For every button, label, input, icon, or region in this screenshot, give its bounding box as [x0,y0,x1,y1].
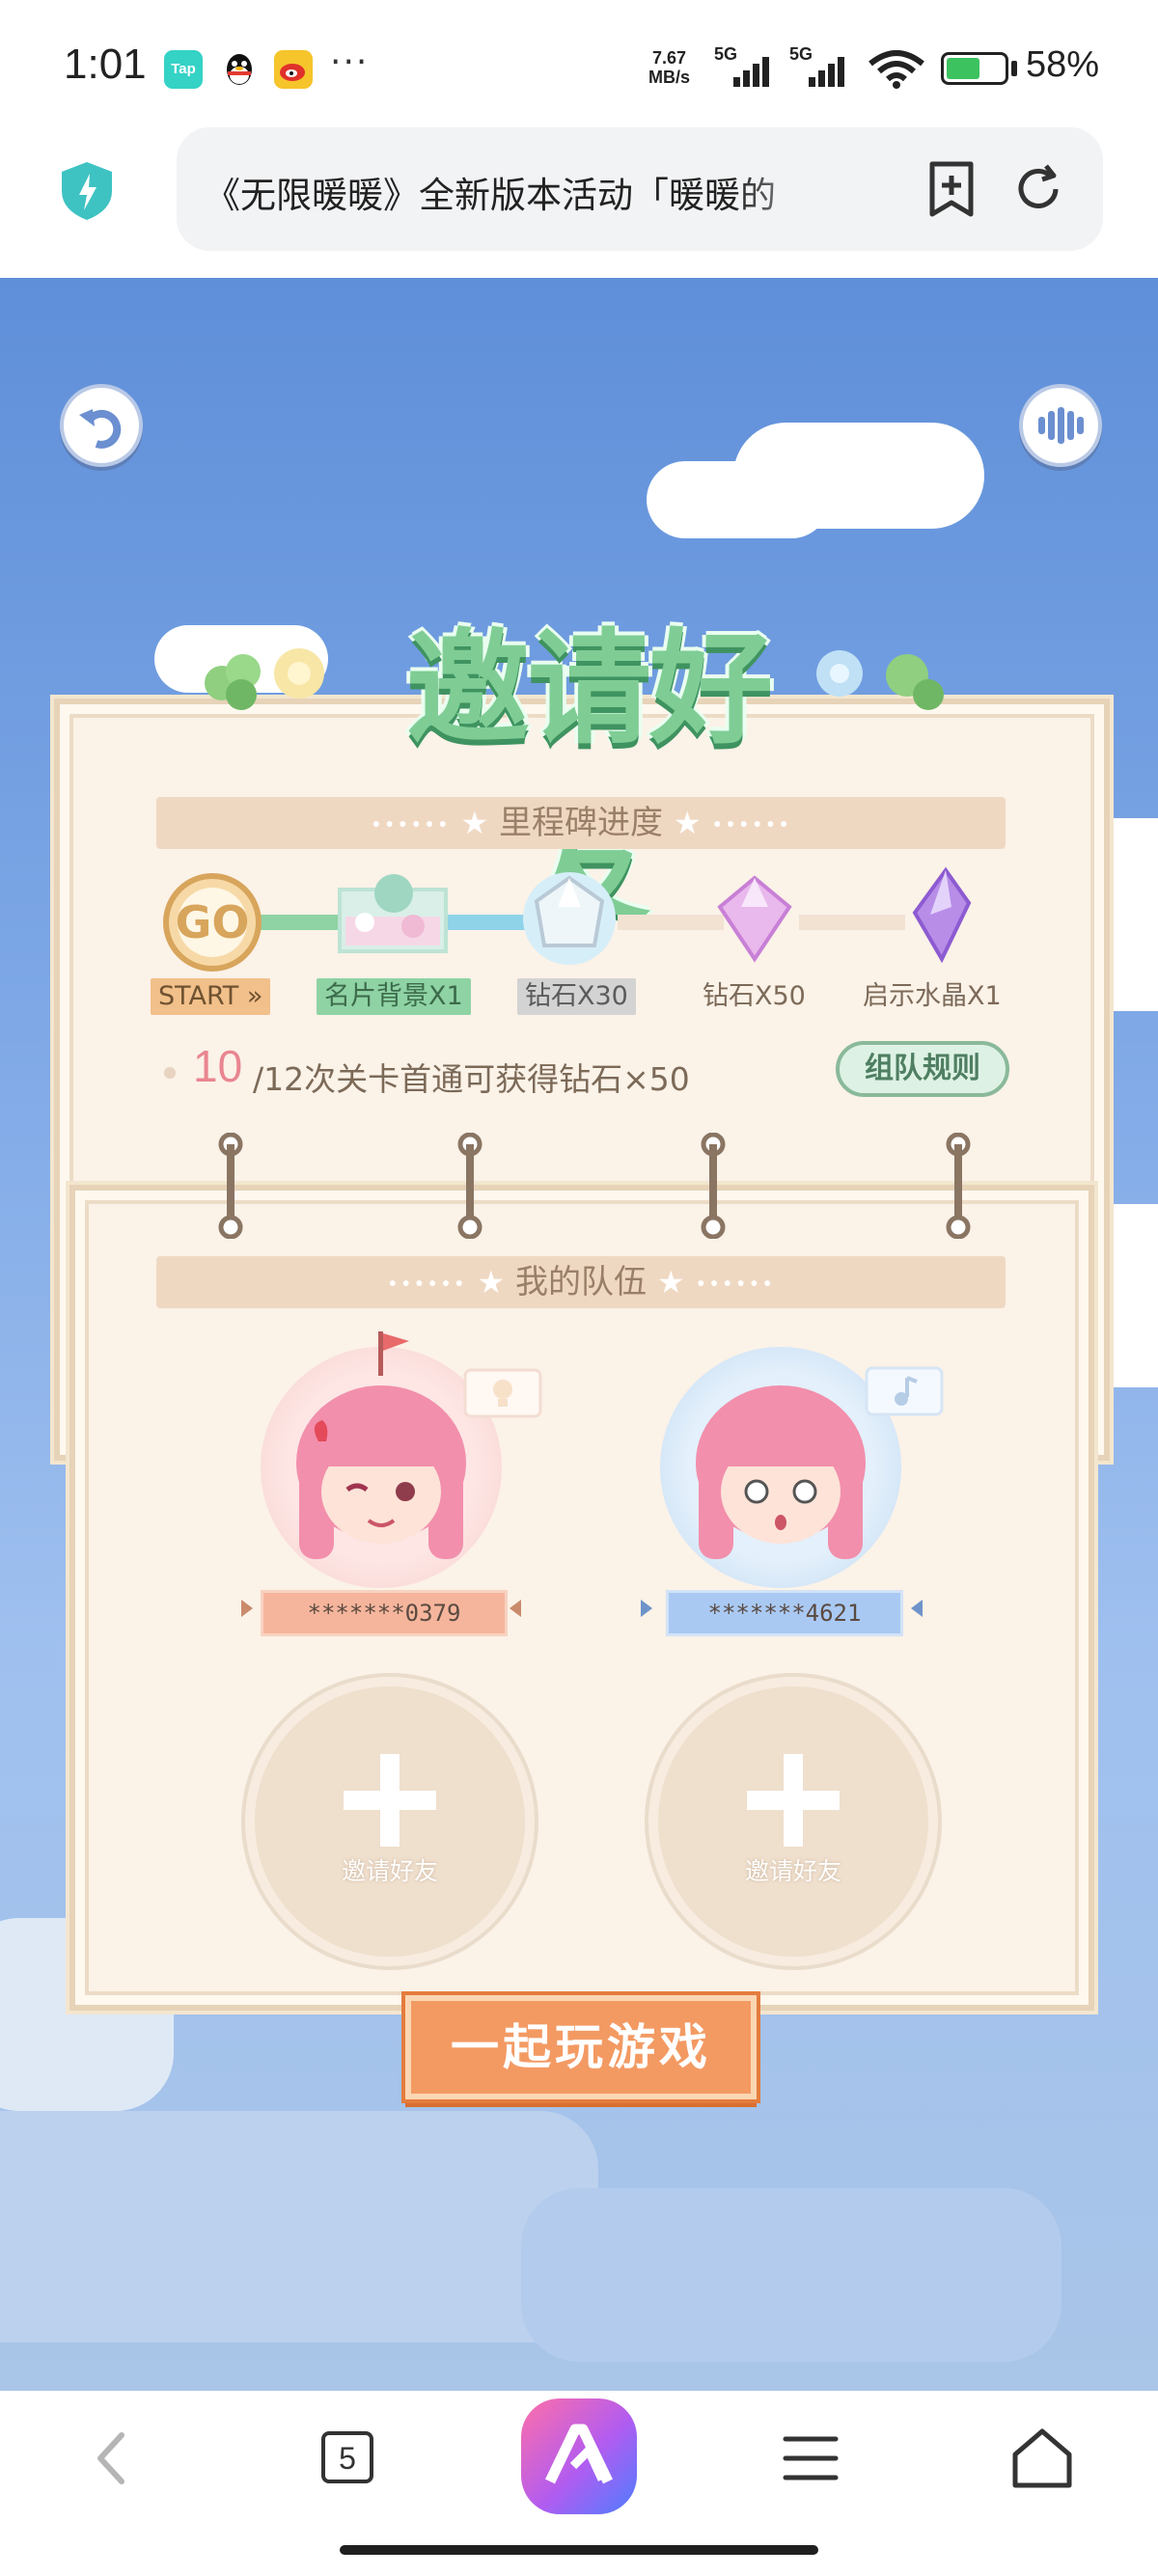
progress-description: /12次关卡首通可获得钻石×50 [253,1060,690,1098]
tabs-button[interactable]: 5 [321,2431,373,2483]
invite-slot[interactable]: 邀请好友 [658,1686,928,1957]
star-icon: ★ [460,805,489,841]
binder-ring [701,1133,726,1239]
binder-ring [946,1133,971,1239]
progress-current: 10 [193,1041,243,1091]
signal-icon [809,57,844,87]
revelation-crystal-icon [912,866,972,964]
svg-text:GO: GO [176,896,250,948]
title-fade [733,154,859,222]
music-note-bubble-icon [865,1366,944,1416]
battery-icon [941,52,1008,85]
bullet [164,1067,176,1079]
star-icon: ★ [673,805,702,841]
binder-ring [457,1133,482,1239]
signal-icon [733,57,769,87]
invite-slot-label: 邀请好友 [744,1857,841,1885]
star-icon: ★ [656,1264,685,1301]
menu-icon[interactable] [772,2420,849,2497]
lightbulb-bubble-icon [463,1368,542,1418]
battery-percent: 58% [1026,44,1100,85]
clover-decoration-icon [205,648,324,710]
more-notifications: ··· [330,42,370,82]
shield-icon[interactable] [58,160,116,222]
member-name: *******0379 [261,1590,508,1636]
milestone-label-card: 名片背景X1 [317,978,471,1015]
back-button[interactable] [60,384,143,467]
tag-arrow [510,1600,521,1617]
music-button[interactable] [1019,384,1102,467]
flower-decoration-icon [816,650,944,710]
binder-ring [218,1133,243,1239]
sound-wave-icon [1038,407,1084,444]
tap-app-icon: Tap [164,50,203,89]
diamond-reward-icon [523,872,616,965]
invite-slot-label: 邀请好友 [341,1857,438,1885]
milestone-header-label: 里程碑进度 [499,804,663,842]
browser-logo-icon[interactable] [519,2397,639,2516]
tag-arrow [641,1600,652,1617]
track-done [253,915,345,930]
cloud [0,2111,598,2343]
battery-level [947,58,979,79]
game-viewport: 邀请好友 •••••• ★ 里程碑进度 ★ •••••• GO START » … [0,278,1158,2391]
qq-icon [220,50,259,89]
tag-arrow [911,1600,923,1617]
team-panel [69,1185,1094,2011]
cloud [521,2188,1062,2362]
milestone-label-diamond50: 钻石X50 [703,981,806,1011]
undo-arrow-icon [79,409,122,449]
battery-tip [1011,61,1017,76]
tag-arrow [241,1600,253,1617]
invite-slot[interactable]: 邀请好友 [255,1686,525,1957]
card-background-reward-icon [338,874,448,953]
play-together-button[interactable]: 一起玩游戏 [405,1995,757,2099]
home-indicator[interactable] [340,2545,818,2555]
cloud [647,461,830,538]
add-bookmark-icon[interactable] [924,160,979,218]
wifi-icon [868,50,924,89]
star-icon: ★ [477,1264,506,1301]
milestone-label-diamond30: 钻石X30 [517,978,636,1015]
team-rules-button[interactable]: 组队规则 [836,1041,1009,1097]
home-icon[interactable] [1004,2420,1081,2497]
milestone-header: •••••• ★ 里程碑进度 ★ •••••• [156,797,1006,849]
milestone-label-crystal: 启示水晶X1 [863,981,1002,1011]
weibo-icon [274,50,313,89]
pink-gem-reward-icon [717,875,792,963]
milestone-label-start: START » [151,978,271,1015]
net-speed: 7.67 MB/s [648,48,691,87]
status-bar: 1:01 Tap ··· 7.67 MB/s 5G 5G 58% [0,0,1158,135]
back-icon[interactable] [75,2420,152,2497]
leader-flag-icon [378,1331,409,1376]
clock: 1:01 [64,41,147,88]
go-start-icon: GO [163,873,262,972]
team-header: •••••• ★ 我的队伍 ★ •••••• [156,1256,1006,1308]
member-name: *******4621 [666,1590,903,1636]
refresh-icon[interactable] [1011,160,1065,218]
team-header-label: 我的队伍 [515,1263,647,1302]
